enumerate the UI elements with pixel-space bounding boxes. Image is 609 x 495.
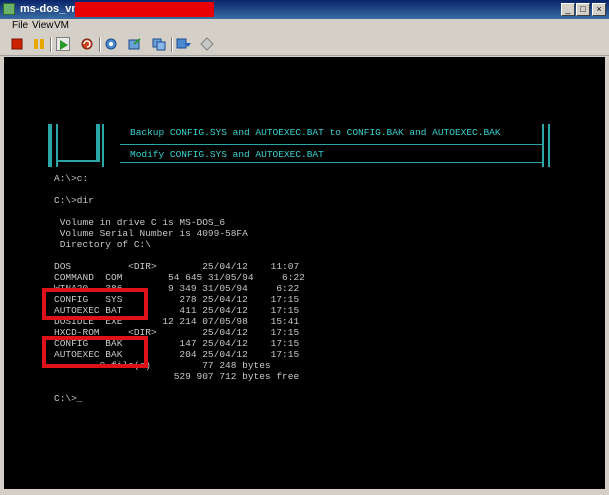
- console-line: A:\>c:: [54, 173, 89, 184]
- redacted-title-overlay: [75, 2, 214, 17]
- highlight-box-sys-bat: [42, 288, 148, 320]
- console-line: Volume Serial Number is 4099-58FA: [54, 228, 248, 239]
- snapshot-manager-icon[interactable]: [152, 37, 166, 51]
- highlight-box-bak: [42, 336, 148, 368]
- menu-file[interactable]: File: [12, 20, 28, 31]
- stop-icon[interactable]: [10, 37, 24, 51]
- title-bar: ms-dos_vm_0 _ □ ×: [0, 0, 609, 19]
- console-line: Volume in drive C is MS-DOS_6: [54, 217, 226, 228]
- reset-icon[interactable]: [80, 37, 94, 51]
- play-icon[interactable]: [56, 37, 70, 51]
- menu-vm[interactable]: VM: [54, 20, 69, 31]
- settings-icon[interactable]: [200, 37, 214, 51]
- toolbar-separator: [50, 37, 52, 52]
- pause-icon[interactable]: [32, 37, 46, 51]
- dialog-option-modify: Modify CONFIG.SYS and AUTOEXEC.BAT: [130, 149, 324, 160]
- menu-bar: File View VM: [0, 19, 609, 33]
- console-line: C:\>_: [54, 393, 83, 404]
- toolbar: [0, 33, 609, 56]
- console-line: 529 907 712 bytes free: [54, 371, 300, 382]
- ctrl-alt-del-icon[interactable]: [176, 37, 191, 51]
- revert-icon[interactable]: [128, 37, 142, 51]
- maximize-button[interactable]: □: [576, 3, 590, 16]
- console-line: COMMAND COM 54 645 31/05/94 6:22: [54, 272, 305, 283]
- console-line: DOS <DIR> 25/04/12 11:07: [54, 261, 300, 272]
- dialog-option-backup: Backup CONFIG.SYS and AUTOEXEC.BAT to CO…: [130, 127, 501, 138]
- snapshot-icon[interactable]: [104, 37, 118, 51]
- menu-view[interactable]: View: [32, 20, 54, 31]
- console-line: C:\>dir: [54, 195, 94, 206]
- minimize-button[interactable]: _: [561, 3, 575, 16]
- console-line: Directory of C:\: [54, 239, 151, 250]
- toolbar-separator: [171, 37, 173, 52]
- close-button[interactable]: ×: [592, 3, 606, 16]
- vm-app-icon: [3, 3, 15, 15]
- toolbar-separator: [99, 37, 101, 52]
- vm-console-screen[interactable]: Backup CONFIG.SYS and AUTOEXEC.BAT to CO…: [4, 57, 605, 489]
